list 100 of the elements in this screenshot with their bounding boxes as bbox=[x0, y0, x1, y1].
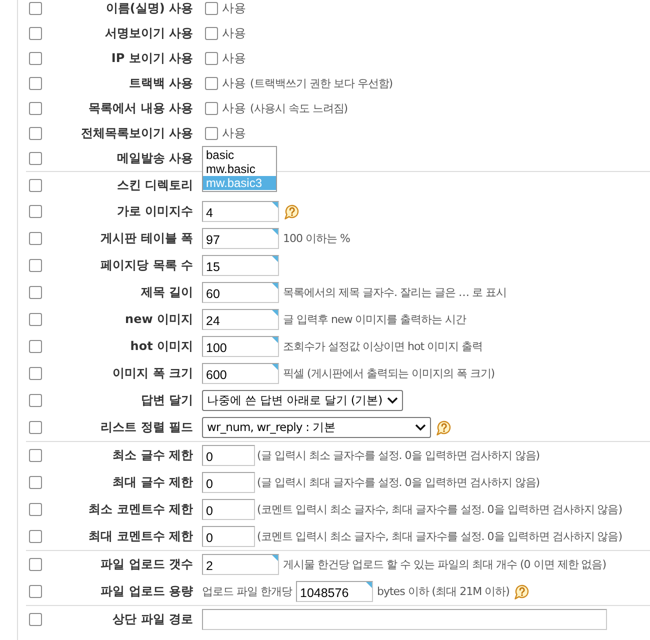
setting-label: 서명보이기 사용 bbox=[104, 25, 193, 42]
corner-marker-icon bbox=[272, 555, 278, 561]
setting-label: 게시판 테이블 폭 bbox=[100, 230, 193, 247]
row-checkbox[interactable] bbox=[29, 127, 42, 140]
note-text: 게시물 한건당 업로드 할 수 있는 파일의 최대 개수 (0 이면 제한 없음) bbox=[283, 557, 606, 573]
row-checkbox[interactable] bbox=[29, 205, 42, 218]
setting-label: 최소 글수 제한 bbox=[112, 447, 193, 464]
setting-label: hot 이미지 bbox=[130, 338, 193, 355]
note-text: (사용시 속도 느려짐) bbox=[250, 101, 348, 117]
setting-label: 트랙백 사용 bbox=[128, 75, 193, 92]
note-text: (코멘트 입력시 최소 글자수, 최대 글자수를 설정. 0을 입력하면 검사하지 않음) bbox=[257, 502, 622, 518]
row-checkbox[interactable] bbox=[29, 476, 42, 489]
note-text: (글 입력시 최소 글자수를 설정. 0을 입력하면 검사하지 않음) bbox=[257, 448, 540, 464]
text-field[interactable]: 0 bbox=[202, 445, 255, 466]
row-checkbox[interactable] bbox=[29, 367, 42, 380]
setting-label: 상단 파일 경로 bbox=[112, 611, 193, 628]
corner-marker-icon bbox=[366, 582, 372, 588]
setting-label: 리스트 정렬 필드 bbox=[100, 419, 193, 436]
note-text: bytes 이하 (최대 21M 이하) bbox=[377, 584, 510, 600]
checkbox[interactable] bbox=[205, 77, 218, 90]
corner-marker-icon bbox=[272, 364, 278, 370]
row-checkbox[interactable] bbox=[29, 613, 42, 626]
row-checkbox[interactable] bbox=[29, 77, 42, 90]
checkbox-label: 사용 bbox=[222, 0, 246, 17]
row-checkbox[interactable] bbox=[29, 52, 42, 65]
row-checkbox[interactable] bbox=[29, 27, 42, 40]
setting-label: 메일발송 사용 bbox=[116, 150, 193, 167]
corner-marker-icon bbox=[272, 256, 278, 262]
note-text: 글 입력후 new 이미지를 출력하는 시간 bbox=[283, 312, 466, 328]
text-field[interactable]: 97 bbox=[202, 228, 279, 249]
corner-marker-icon bbox=[272, 229, 278, 235]
note-text: (코멘트 입력시 최소 글자수, 최대 글자수를 설정. 0을 입력하면 검사하지 않음) bbox=[257, 529, 622, 545]
row-checkbox[interactable] bbox=[29, 2, 42, 15]
text-field[interactable]: 100 bbox=[202, 336, 279, 357]
checkbox-label: 사용 bbox=[222, 50, 246, 67]
text-field[interactable]: 15 bbox=[202, 255, 279, 276]
row-checkbox[interactable] bbox=[29, 503, 42, 516]
setting-label: 최대 코멘트수 제한 bbox=[88, 528, 193, 545]
checkbox[interactable] bbox=[205, 52, 218, 65]
row-checkbox[interactable] bbox=[29, 340, 42, 353]
row-checkbox[interactable] bbox=[29, 286, 42, 299]
setting-label: IP 보이기 사용 bbox=[111, 50, 193, 67]
row-checkbox[interactable] bbox=[29, 259, 42, 272]
corner-marker-icon bbox=[272, 337, 278, 343]
note-text: 픽셀 (게시판에서 출력되는 이미지의 폭 크기) bbox=[283, 366, 495, 382]
checkbox-label: 사용 bbox=[222, 125, 246, 142]
text-field[interactable]: 24 bbox=[202, 309, 279, 330]
setting-label: 목록에서 내용 사용 bbox=[88, 100, 193, 117]
setting-label: 페이지당 목록 수 bbox=[100, 257, 193, 274]
text-field[interactable]: 4 bbox=[202, 201, 279, 222]
note-text: 100 이하는 % bbox=[283, 231, 350, 247]
row-checkbox[interactable] bbox=[29, 530, 42, 543]
row-checkbox[interactable] bbox=[29, 421, 42, 434]
help-icon[interactable] bbox=[284, 204, 300, 220]
checkbox-label: 사용 bbox=[222, 75, 246, 92]
text-field[interactable]: 0 bbox=[202, 472, 255, 493]
checkbox[interactable] bbox=[205, 102, 218, 115]
select-dropdown[interactable]: wr_num, wr_reply : 기본 bbox=[202, 417, 431, 438]
text-field[interactable]: 2 bbox=[202, 554, 279, 575]
text-field[interactable]: 1048576 bbox=[296, 581, 373, 602]
setting-label: 가로 이미지수 bbox=[116, 203, 193, 220]
row-checkbox[interactable] bbox=[29, 152, 42, 165]
setting-label: 전체목록보이기 사용 bbox=[80, 125, 193, 142]
checkbox[interactable] bbox=[205, 27, 218, 40]
text-field[interactable] bbox=[202, 609, 607, 630]
text-field[interactable]: 0 bbox=[202, 499, 255, 520]
help-icon[interactable] bbox=[436, 420, 452, 436]
text-field[interactable]: 60 bbox=[202, 282, 279, 303]
select-dropdown[interactable]: 나중에 쓴 답변 아래로 달기 (기본) bbox=[202, 390, 404, 411]
checkbox[interactable] bbox=[205, 2, 218, 15]
note-text: (트랙백쓰기 권한 보다 우선함) bbox=[250, 76, 393, 92]
setting-label: 제목 길이 bbox=[140, 284, 193, 301]
checkbox[interactable] bbox=[205, 127, 218, 140]
row-checkbox[interactable] bbox=[29, 178, 42, 192]
setting-label: 이미지 폭 크기 bbox=[112, 365, 193, 382]
corner-marker-icon bbox=[272, 283, 278, 289]
prefix-text: 업로드 파일 한개당 bbox=[202, 584, 292, 600]
text-field[interactable]: 600 bbox=[202, 363, 279, 384]
setting-label: new 이미지 bbox=[125, 311, 193, 328]
checkbox-label: 사용 bbox=[222, 100, 246, 117]
setting-label: 파일 업로드 갯수 bbox=[100, 556, 193, 573]
note-text: (글 입력시 최대 글자수를 설정. 0을 입력하면 검사하지 않음) bbox=[257, 475, 540, 491]
setting-label: 최대 글수 제한 bbox=[112, 474, 193, 491]
row-checkbox[interactable] bbox=[29, 102, 42, 115]
help-icon[interactable] bbox=[514, 584, 530, 600]
corner-marker-icon bbox=[272, 310, 278, 316]
row-checkbox[interactable] bbox=[29, 449, 42, 462]
text-field[interactable]: 0 bbox=[202, 526, 255, 547]
setting-label: 스킨 디렉토리 bbox=[116, 176, 193, 194]
setting-label: 답변 달기 bbox=[140, 392, 193, 409]
setting-label: 이름(실명) 사용 bbox=[106, 0, 193, 17]
row-checkbox[interactable] bbox=[29, 394, 42, 407]
setting-label: 최소 코멘트수 제한 bbox=[88, 501, 193, 518]
row-checkbox[interactable] bbox=[29, 232, 42, 245]
row-checkbox[interactable] bbox=[29, 558, 42, 571]
row-checkbox[interactable] bbox=[29, 585, 42, 598]
chevron-down-icon bbox=[415, 424, 426, 431]
chevron-down-icon bbox=[387, 397, 398, 404]
note-text: 조회수가 설정값 이상이면 hot 이미지 출력 bbox=[283, 339, 482, 355]
row-checkbox[interactable] bbox=[29, 313, 42, 326]
